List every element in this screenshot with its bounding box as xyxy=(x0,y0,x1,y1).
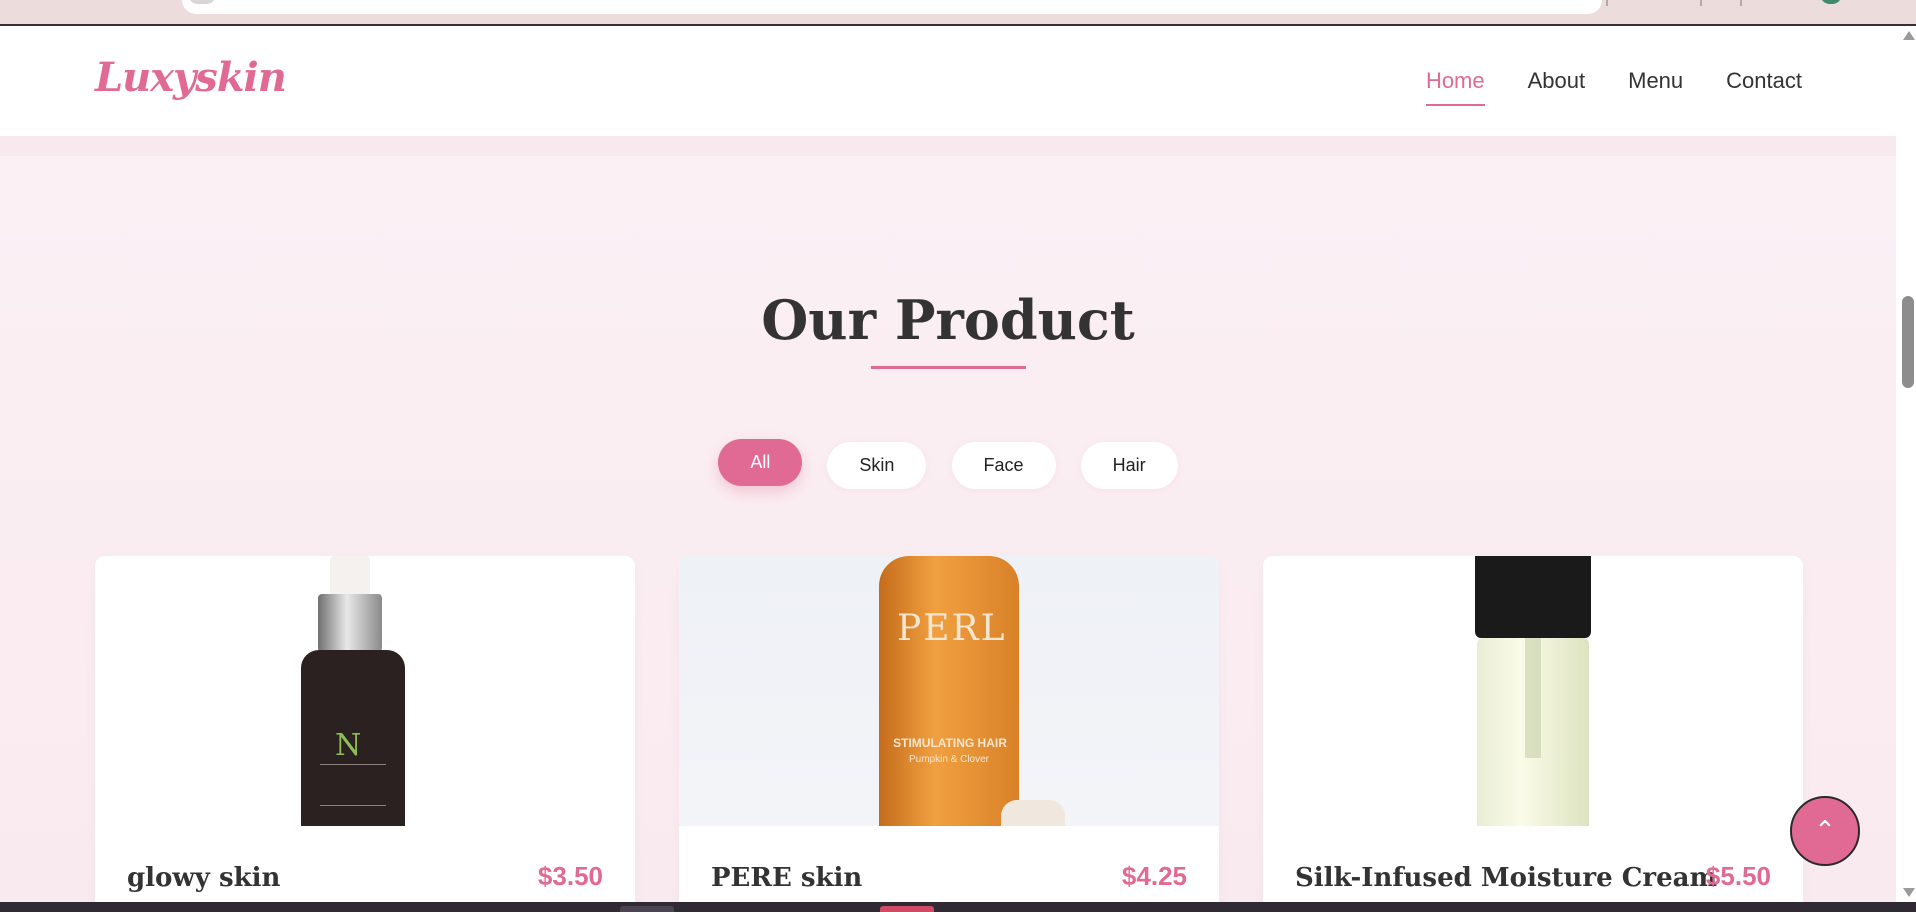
scrollbar-thumb[interactable] xyxy=(1902,296,1914,388)
profile-avatar-icon[interactable] xyxy=(1820,0,1842,4)
nav-link-contact[interactable]: Contact xyxy=(1726,68,1802,106)
product-name[interactable]: glowy skin xyxy=(127,863,280,893)
nav-link-home[interactable]: Home xyxy=(1425,68,1485,106)
product-filters: All Skin Face Hair xyxy=(0,439,1896,489)
bottle-label-text: N xyxy=(335,728,362,763)
bottle-collar xyxy=(318,594,382,652)
filter-all-button[interactable]: All xyxy=(718,439,803,486)
bottle-label xyxy=(320,764,386,806)
bottle-brand-text: PERL xyxy=(897,608,1007,649)
product-image[interactable]: PERL STIMULATING HAIR Pumpkin & Clover xyxy=(679,556,1219,826)
product-name[interactable]: Silk-Infused Moisture Cream xyxy=(1295,863,1717,893)
taskbar xyxy=(0,902,1916,912)
site-header: Luxyskin Home About Menu Contact xyxy=(0,26,1896,136)
filter-hair-button[interactable]: Hair xyxy=(1080,442,1178,489)
section-title: Our Product xyxy=(761,288,1135,352)
taskbar-item[interactable] xyxy=(620,906,674,912)
page-viewport: Luxyskin Home About Menu Contact Our Pro… xyxy=(0,26,1896,902)
header-shadow xyxy=(0,136,1896,156)
pump-cap xyxy=(1475,556,1591,638)
dropper-tube xyxy=(1525,638,1541,758)
scroll-up-arrow-icon[interactable] xyxy=(1903,31,1915,40)
nav-link-menu[interactable]: Menu xyxy=(1628,68,1683,106)
product-name[interactable]: PERE skin xyxy=(711,863,862,893)
toolbar-divider xyxy=(1606,0,1608,6)
dropper-cap xyxy=(330,556,370,596)
title-underline xyxy=(871,366,1026,369)
scroll-to-top-button[interactable]: ⌃ xyxy=(1790,796,1860,866)
product-image[interactable] xyxy=(1263,556,1803,826)
product-card[interactable]: N glowy skin $3.50 xyxy=(95,556,635,902)
product-price: $3.50 xyxy=(537,861,603,891)
decor-stone xyxy=(1001,800,1065,826)
toolbar-divider xyxy=(1700,0,1702,6)
scroll-down-arrow-icon[interactable] xyxy=(1903,888,1915,897)
product-card[interactable]: Silk-Infused Moisture Cream $5.50 xyxy=(1263,556,1803,902)
product-card[interactable]: PERL STIMULATING HAIR Pumpkin & Clover P… xyxy=(679,556,1219,902)
scrollbar[interactable] xyxy=(1896,26,1916,902)
bottle-body xyxy=(879,556,1019,826)
filter-skin-button[interactable]: Skin xyxy=(827,442,927,489)
site-logo[interactable]: Luxyskin xyxy=(95,54,287,101)
taskbar-item[interactable] xyxy=(880,906,934,912)
chevron-up-icon: ⌃ xyxy=(1814,816,1836,846)
product-price: $4.25 xyxy=(1121,861,1187,891)
product-price: $5.50 xyxy=(1705,861,1771,891)
address-bar[interactable] xyxy=(182,0,1602,14)
toolbar-divider xyxy=(1740,0,1742,6)
nav-link-about[interactable]: About xyxy=(1528,68,1586,106)
main-nav: Home About Menu Contact xyxy=(1425,68,1802,106)
bottle-tag-text: STIMULATING HAIR xyxy=(893,736,1007,750)
filter-face-button[interactable]: Face xyxy=(951,442,1056,489)
browser-toolbar xyxy=(0,0,1916,26)
product-image[interactable]: N xyxy=(95,556,635,826)
bottle-subtag-text: Pumpkin & Clover xyxy=(908,754,990,765)
